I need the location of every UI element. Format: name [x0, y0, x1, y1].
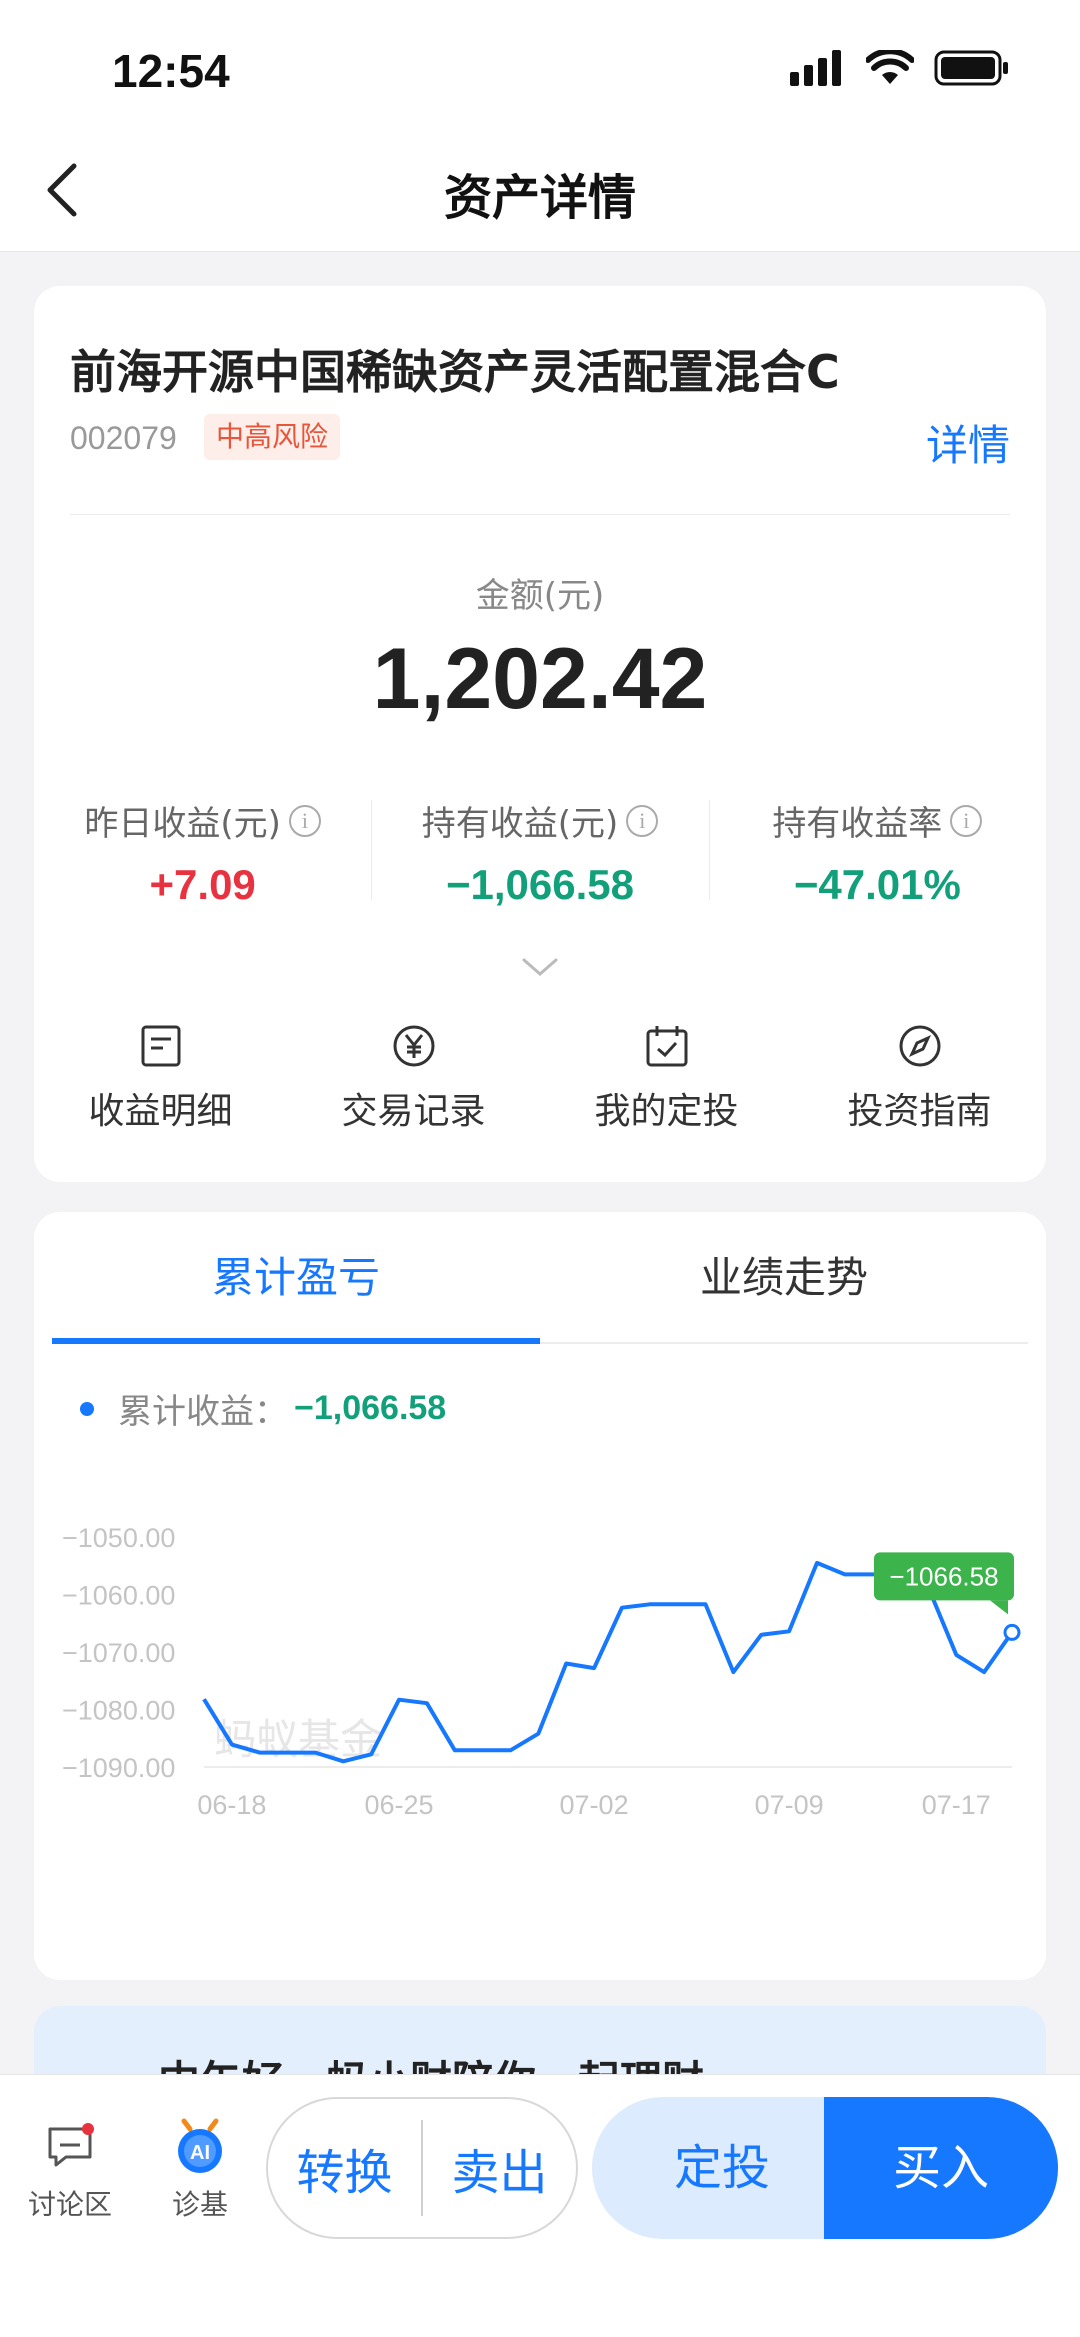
fund-summary-card: 前海开源中国稀缺资产灵活配置混合C 002079 中高风险 详情 金额(元) 1… [34, 286, 1046, 1182]
y-tick-label: −1080.00 [62, 1696, 175, 1726]
divider [70, 514, 1010, 515]
fund-name: 前海开源中国稀缺资产灵活配置混合C [70, 345, 840, 399]
stat-label: 持有收益率 [772, 804, 943, 844]
y-tick-label: −1050.00 [62, 1523, 175, 1553]
value-tooltip-text: −1066.58 [889, 1561, 998, 1591]
status-time: 12:54 [112, 45, 230, 97]
info-icon[interactable]: i [950, 804, 983, 837]
fund-detail-link[interactable]: 详情 [926, 412, 1010, 473]
tab-cumulative-pnl[interactable]: 累计盈亏 [52, 1212, 540, 1344]
y-tick-label: −1090.00 [62, 1753, 175, 1783]
chevron-down-icon[interactable] [522, 956, 558, 980]
buy-button[interactable]: 买入 [824, 2097, 1058, 2239]
status-icons [790, 50, 1010, 86]
wifi-icon [866, 50, 914, 84]
fund-code: 002079 [70, 420, 177, 456]
y-tick-label: −1070.00 [62, 1638, 175, 1668]
ai-badge-icon: AI [178, 2118, 222, 2173]
series-end-point [1003, 1623, 1021, 1641]
chart-legend: 累计收益： −1,066.58 [80, 1384, 446, 1433]
amount-value: 1,202.42 [372, 631, 708, 727]
discuss-label: 讨论区 [27, 2188, 112, 2221]
diagnose-label: 诊基 [171, 2188, 228, 2221]
tab-performance-trend[interactable]: 业绩走势 [540, 1212, 1028, 1342]
signal-icon [790, 50, 841, 86]
amount-label: 金额(元) [475, 576, 605, 616]
y-tick-label: −1060.00 [62, 1581, 175, 1611]
info-icon[interactable]: i [288, 804, 321, 837]
compass-icon [899, 1025, 940, 1067]
action-label: 收益明细 [88, 1091, 233, 1132]
stat-holding-rate: 持有收益率 i −47.01% [708, 796, 1046, 908]
action-profit-detail[interactable]: 收益明细 [34, 1024, 287, 1134]
x-tick-label: 07-17 [922, 1790, 991, 1820]
action-my-sip[interactable]: 我的定投 [540, 1024, 793, 1134]
legend-value: −1,066.58 [294, 1389, 447, 1427]
legend-label: 累计收益： [118, 1392, 288, 1432]
info-icon[interactable]: i [626, 804, 659, 837]
stat-value: +7.09 [149, 861, 256, 908]
battery-icon [934, 50, 1008, 86]
risk-badge: 中高风险 [204, 414, 341, 460]
chart-tabs: 累计盈亏 业绩走势 [52, 1212, 1028, 1344]
status-bar: 12:54 [0, 0, 1080, 140]
action-label: 交易记录 [341, 1091, 486, 1132]
ai-badge-text: AI [190, 2142, 210, 2164]
document-icon [141, 1025, 180, 1067]
page-title: 资产详情 [443, 170, 636, 226]
x-tick-label: 07-02 [560, 1790, 629, 1820]
sip-button[interactable]: 定投 [592, 2097, 852, 2239]
x-tick-label: 06-18 [197, 1790, 266, 1820]
x-tick-label: 07-09 [755, 1790, 824, 1820]
action-label: 投资指南 [847, 1091, 992, 1132]
convert-sell-group: 转换 卖出 [266, 2097, 578, 2239]
stat-yesterday: 昨日收益(元) i +7.09 [34, 796, 371, 908]
sell-button[interactable]: 卖出 [423, 2133, 576, 2203]
profit-stats: 昨日收益(元) i +7.09 持有收益(元) i −1,066.58 持有收益率 i… [34, 796, 1046, 908]
value-tooltip-pointer [990, 1600, 1008, 1615]
action-trade-records[interactable]: 交易记录 [287, 1024, 540, 1134]
chat-bubble-icon [48, 2123, 94, 2167]
stat-label: 持有收益(元) [421, 804, 619, 844]
stat-holding-profit: 持有收益(元) i −1,066.58 [371, 796, 708, 908]
x-tick-label: 06-25 [365, 1790, 434, 1820]
cumulative-pnl-chart: −1050.00 −1060.00 −1070.00 −1080.00 −1090.00… [62, 1523, 1021, 1820]
chart-card: 累计盈亏 业绩走势 累计收益： −1,066.58 −1050.00 −1060.… [34, 1212, 1046, 1980]
calendar-check-icon [646, 1026, 687, 1067]
quick-actions: 收益明细 交易记录 我的定投 投资指南 [34, 1024, 1046, 1134]
stat-value: −47.01% [793, 861, 961, 908]
bottom-bar: 讨论区 AI 诊基 转换 卖出 定投 买入 [0, 2074, 1080, 2337]
discuss-button[interactable]: 讨论区 [22, 2121, 118, 2223]
action-label: 我的定投 [594, 1091, 739, 1132]
diagnose-button[interactable]: AI 诊基 [152, 2117, 248, 2223]
nav-bar: 资产详情 [0, 120, 1080, 252]
convert-button[interactable]: 转换 [268, 2133, 421, 2203]
stat-value: −1,066.58 [445, 861, 634, 908]
yen-circle-icon [393, 1025, 434, 1067]
legend-dot [80, 1401, 94, 1416]
stat-label: 昨日收益(元) [84, 804, 281, 844]
action-invest-guide[interactable]: 投资指南 [793, 1024, 1046, 1134]
